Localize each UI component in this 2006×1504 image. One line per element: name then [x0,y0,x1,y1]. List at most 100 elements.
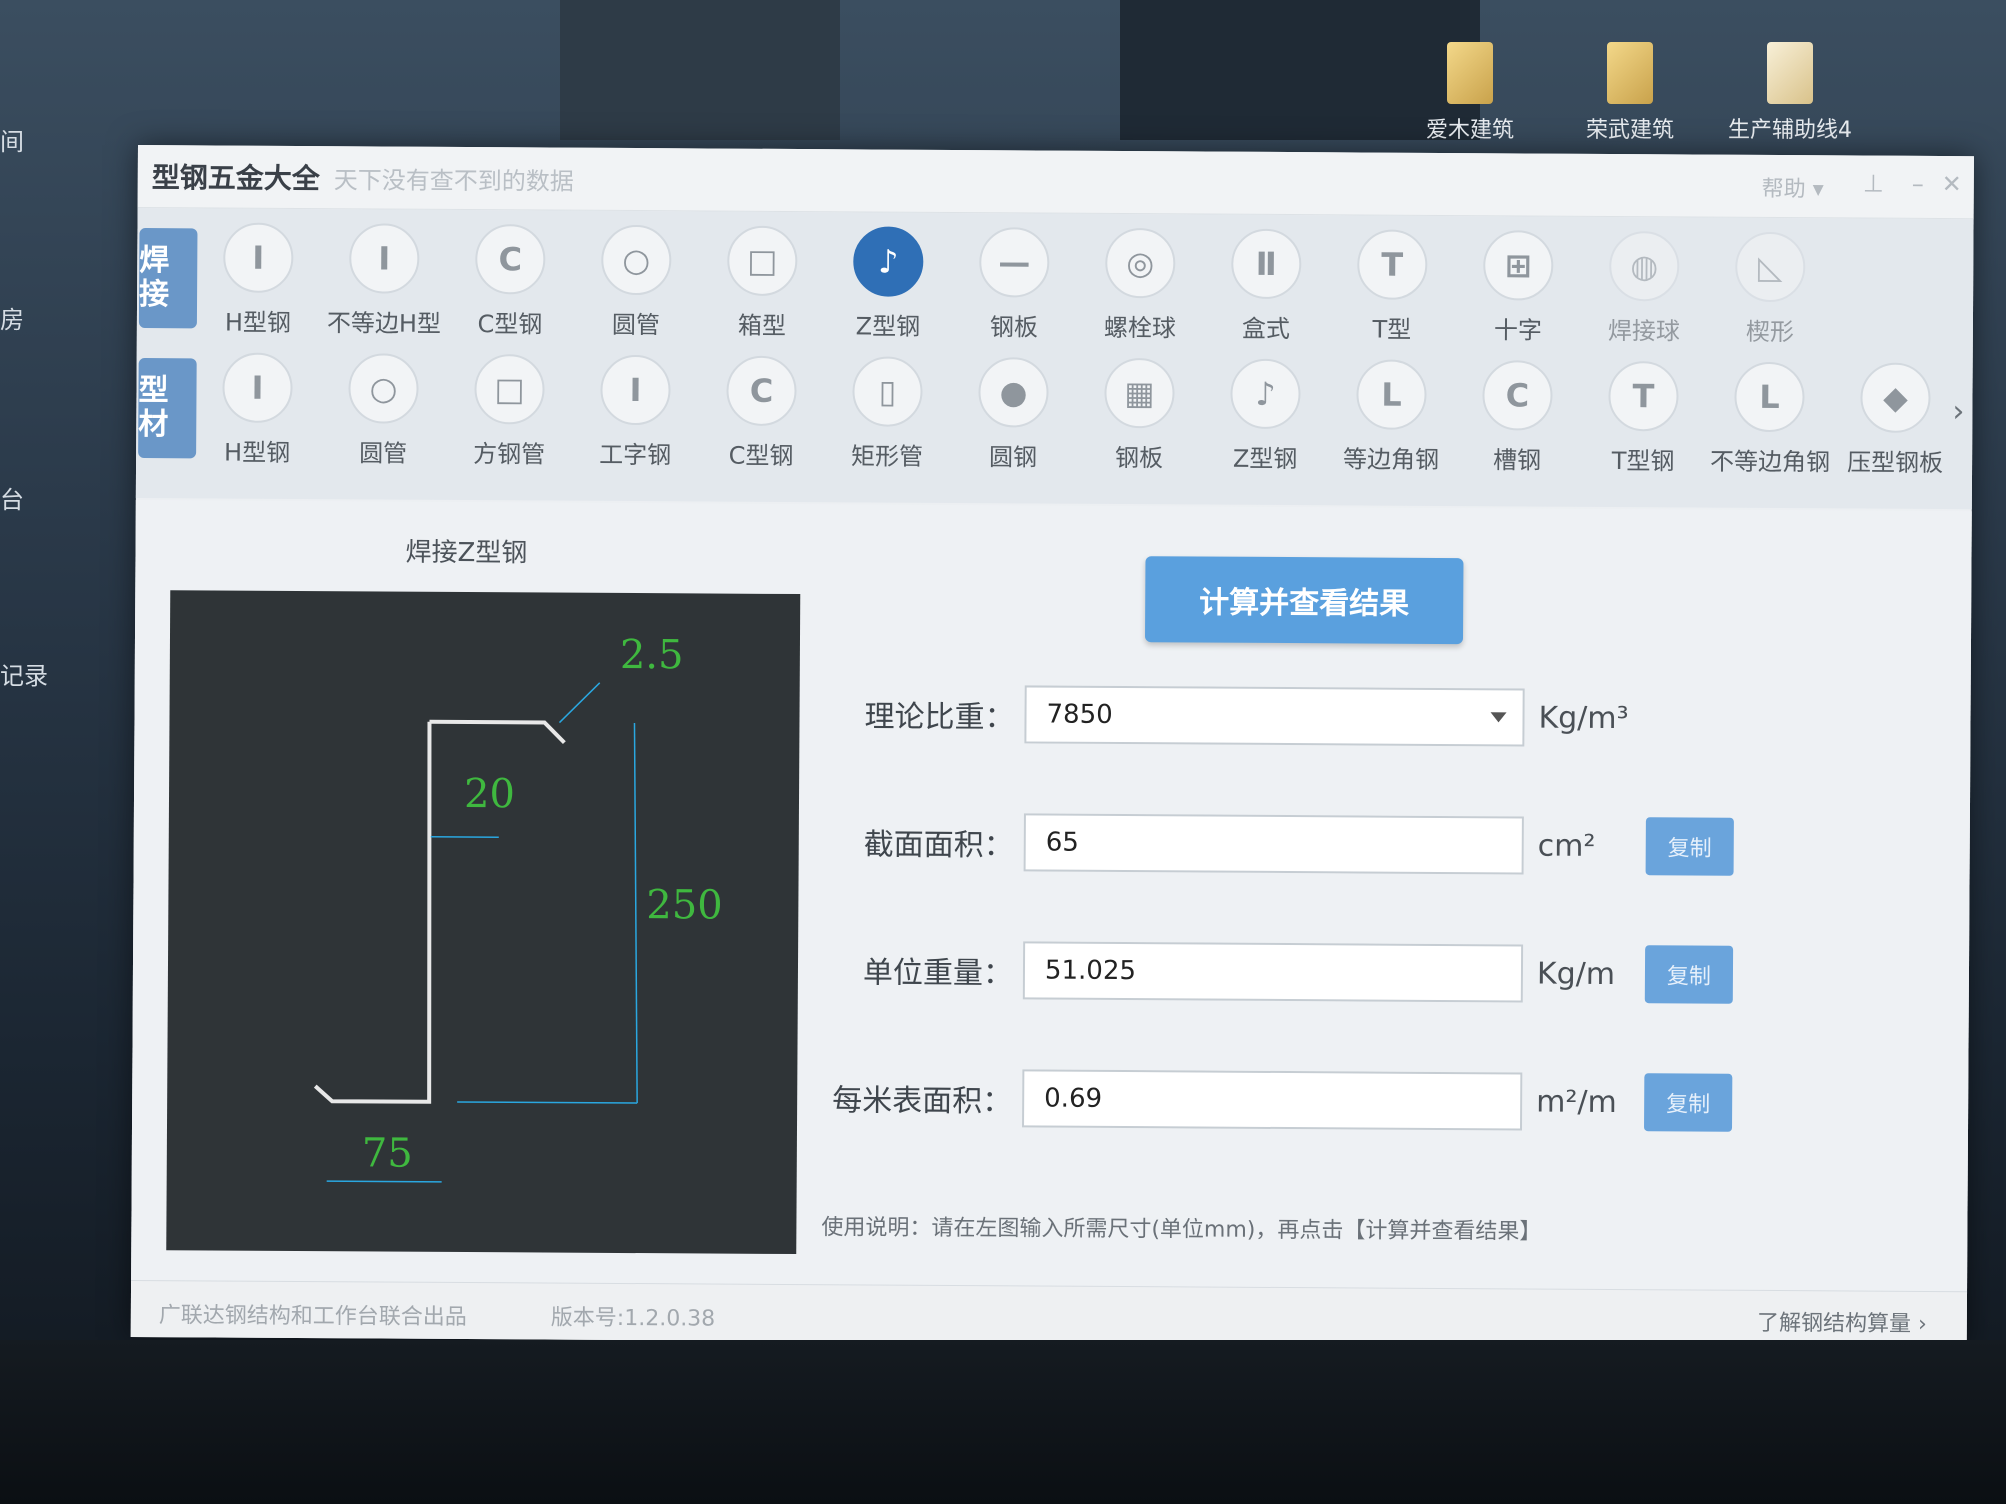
profile-tool-icon: ● [978,357,1049,428]
weld-tool-icon: ◺ [1735,231,1806,303]
area-unit: cm² [1537,828,1596,864]
folder-icon [1447,42,1493,104]
profile-tool-label: 钢板 [1115,443,1164,473]
weld-tool-9[interactable]: T T型 [1333,229,1452,345]
credit-text: 广联达钢结构和工作台联合出品 [158,1303,467,1331]
profile-tool-label: 槽钢 [1493,446,1542,475]
chevron-down-icon[interactable] [1490,712,1507,723]
calculate-button[interactable]: 计算并查看结果 [1144,556,1464,645]
area-field[interactable]: 65 [1023,813,1524,875]
weld-tool-11[interactable]: ◍ 焊接球 [1585,230,1704,347]
weld-tool-4[interactable]: □ 箱型 [703,225,822,341]
profile-tool-icon: ♪ [1230,358,1301,430]
profile-tool-label: 等边角钢 [1343,445,1440,474]
weld-tool-label: 箱型 [737,311,786,340]
profile-tool-label: T型钢 [1611,447,1675,476]
profile-tool-6[interactable]: ● 圆钢 [954,357,1073,473]
dim-thickness[interactable]: 2.5 [620,632,684,678]
dim-line-height [633,723,638,1104]
desktop-icon-3[interactable]: 生产辅助线4 [1710,42,1870,144]
weld-row: 焊接 I H型钢 I 不等边H型 C C型钢 ○ 圆管 □ 箱型 ♪ Z型钢 — 钢板 ◎ 螺栓球 Ⅱ 盒式 T T型… [137,208,1974,349]
density-row: 理论比重： 7850 Kg/m³ [834,682,1638,749]
profile-tool-icon: C [726,355,797,427]
weld-tool-2[interactable]: C C型钢 [451,224,570,340]
profile-tool-icon: L [1356,359,1427,430]
weld-tool-label: 钢板 [989,313,1038,342]
pin-icon[interactable]: ⊥ [1863,170,1884,198]
profile-tool-11[interactable]: T T型钢 [1584,360,1703,477]
copy-weight-button[interactable]: 复制 [1644,945,1734,1004]
desktop-left-label: 台 [0,486,24,514]
profile-tool-label: 不等边角钢 [1710,447,1831,477]
profile-tool-8[interactable]: ♪ Z型钢 [1206,358,1325,475]
dim-flange[interactable]: 75 [362,1130,413,1176]
weld-tool-label: T型 [1372,315,1412,344]
density-select[interactable]: 7850 [1024,685,1525,747]
density-value: 7850 [1046,699,1113,730]
weld-tool-icon: ♪ [853,226,924,297]
weld-tool-0[interactable]: I H型钢 [199,222,318,338]
surface-unit: m²/m [1536,1084,1617,1120]
profile-tool-2[interactable]: □ 方钢管 [450,354,569,470]
desktop-icon-label: 生产辅助线4 [1728,118,1852,143]
profile-tool-5[interactable]: ▯ 矩形管 [828,356,947,472]
copy-surface-button[interactable]: 复制 [1644,1073,1733,1132]
desktop-icon-1[interactable]: 爱木建筑 [1390,42,1550,144]
weld-tool-6[interactable]: — 钢板 [955,227,1074,343]
title-bar: 型钢五金大全 天下没有查不到的数据 帮助 ▾ ⊥ – ✕ [137,145,1974,220]
weld-tool-1[interactable]: I 不等边H型 [325,223,444,339]
area-value: 65 [1045,827,1079,858]
weld-tool-label: 螺栓球 [1103,313,1176,343]
weld-tab[interactable]: 焊接 [138,228,198,329]
weld-tool-label: 楔形 [1745,317,1794,347]
profile-tool-0[interactable]: I H型钢 [198,352,317,468]
profile-toolbar: 焊接 I H型钢 I 不等边H型 C C型钢 ○ 圆管 □ 箱型 ♪ Z型钢 — 钢板 ◎ 螺栓球 Ⅱ 盒式 T T型… [135,207,1974,510]
section-drawing: 2.5 20 250 75 [166,590,801,1255]
weight-label: 单位重量： [862,955,1014,992]
weld-tool-3[interactable]: ○ 圆管 [577,224,696,341]
weld-tool-10[interactable]: ⊞ 十字 [1459,230,1578,346]
weld-tool-label: 焊接球 [1607,316,1680,346]
surface-field[interactable]: 0.69 [1022,1069,1523,1131]
profile-tool-7[interactable]: ▦ 钢板 [1080,357,1199,474]
background-building [560,0,840,140]
weight-row: 单位重量： 51.025 Kg/m 复制 [833,938,1734,1005]
weld-tool-12[interactable]: ◺ 楔形 [1711,231,1830,348]
learn-link[interactable]: 了解钢结构算量 › [1757,1305,1927,1338]
dim-lip[interactable]: 20 [464,771,515,817]
profile-tool-icon: □ [474,354,545,425]
profile-tool-icon: ▯ [852,356,923,427]
profile-tool-icon: T [1608,360,1679,432]
close-icon[interactable]: ✕ [1942,170,1962,198]
desktop-icon-2[interactable]: 荣武建筑 [1550,42,1710,144]
profile-tool-3[interactable]: I 工字钢 [576,354,695,471]
profile-tool-label: H型钢 [224,438,291,467]
version-text: 版本号:1.2.0.38 [550,1305,716,1332]
profile-tool-13[interactable]: ◆ 压型钢板 [1836,362,1955,478]
profile-tool-10[interactable]: C 槽钢 [1458,360,1577,476]
profile-tab[interactable]: 型材 [138,358,197,459]
profile-tool-4[interactable]: C C型钢 [702,355,821,471]
profile-tool-label: 圆钢 [989,443,1038,472]
weld-tool-icon: I [223,222,294,293]
profile-tool-icon: C [1482,360,1553,431]
weight-unit: Kg/m [1536,956,1616,992]
profile-tool-1[interactable]: ○ 圆管 [324,353,443,469]
dim-height[interactable]: 250 [646,882,723,928]
minimize-icon[interactable]: – [1912,170,1924,198]
desktop-icon-label: 荣武建筑 [1585,118,1674,143]
copy-area-button[interactable]: 复制 [1645,817,1734,876]
help-menu[interactable]: 帮助 ▾ [1762,171,1824,203]
weld-tool-5[interactable]: ♪ Z型钢 [829,226,948,342]
weight-field[interactable]: 51.025 [1022,941,1524,1003]
surface-value: 0.69 [1044,1083,1103,1114]
profile-tool-12[interactable]: L 不等边角钢 [1710,361,1831,478]
weld-tool-8[interactable]: Ⅱ 盒式 [1207,228,1326,345]
document-icon [1767,42,1813,104]
dim-line-bottom [457,1101,638,1104]
weld-tool-label: 盒式 [1241,314,1290,344]
area-row: 截面面积： 65 cm² 复制 [834,810,1734,877]
profile-tool-9[interactable]: L 等边角钢 [1332,359,1451,475]
weld-tool-7[interactable]: ◎ 螺栓球 [1081,227,1200,344]
usage-instructions: 使用说明：请在左图输入所需尺寸(单位mm)，再点击【计算并查看结果】 [821,1215,1542,1245]
